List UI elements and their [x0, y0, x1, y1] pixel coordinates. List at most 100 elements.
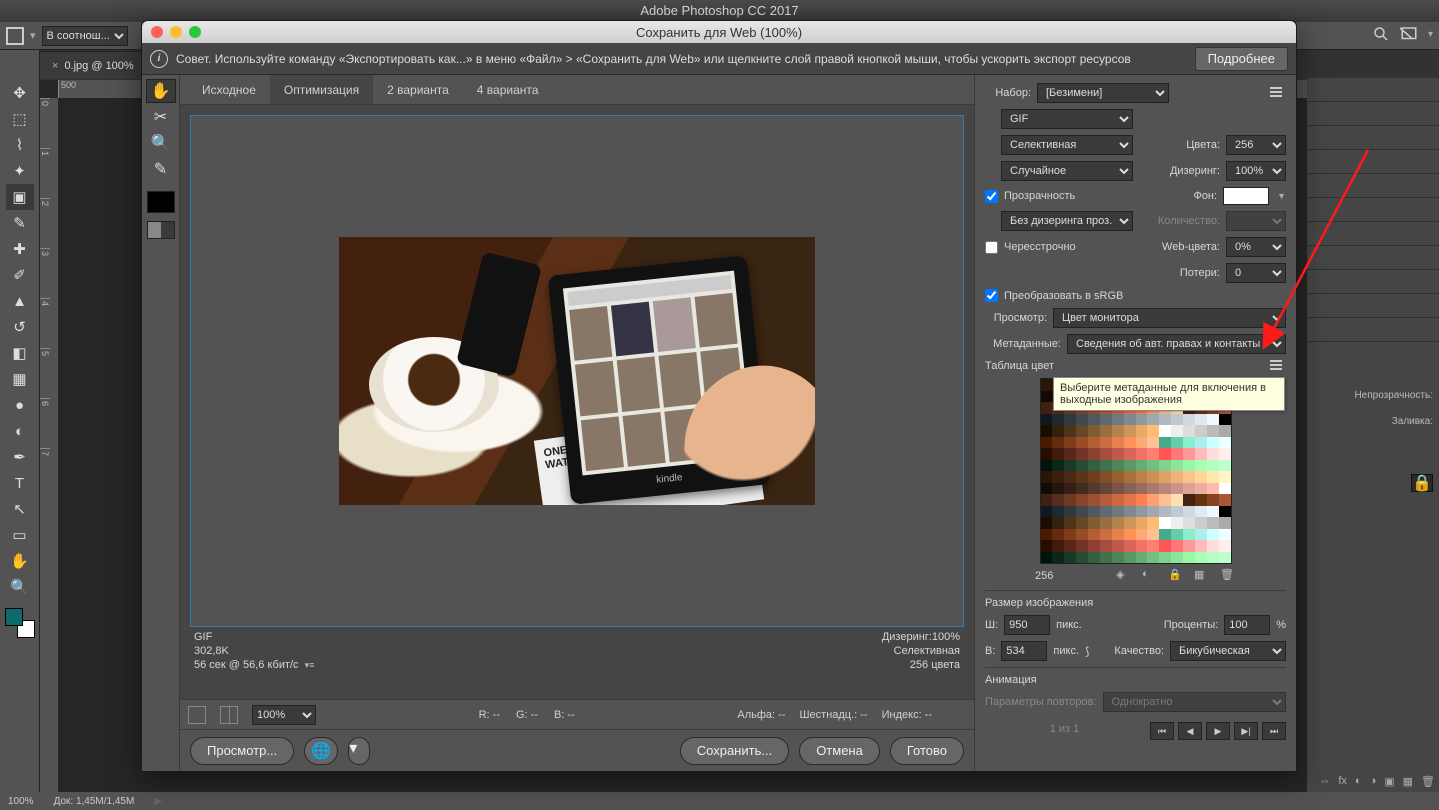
- trans-dither-select[interactable]: Без дизеринга проз...: [1001, 211, 1133, 231]
- slice-tool-icon[interactable]: ✂: [146, 105, 176, 129]
- close-icon[interactable]: ×: [52, 60, 58, 72]
- tab-optimized[interactable]: Оптимизация: [270, 75, 373, 104]
- save-button[interactable]: Сохранить...: [680, 737, 789, 765]
- zoom-select[interactable]: 100%: [252, 705, 316, 725]
- panel-menu-icon[interactable]: [1270, 87, 1286, 99]
- dialog-title: Сохранить для Web (100%): [142, 25, 1296, 40]
- cancel-button[interactable]: Отмена: [799, 737, 880, 765]
- height-field[interactable]: [1001, 641, 1047, 661]
- eyedropper-tool[interactable]: ✎: [6, 210, 34, 236]
- blur-tool[interactable]: ●: [6, 392, 34, 418]
- window-close-icon[interactable]: [151, 26, 163, 38]
- lock-icon[interactable]: 🔒: [1411, 474, 1433, 492]
- tile-single-icon[interactable]: [188, 706, 206, 724]
- metadata-select[interactable]: Сведения об авт. правах и контакты: [1067, 334, 1286, 354]
- zoom-tool-icon[interactable]: 🔍: [146, 131, 176, 155]
- color-swatches[interactable]: [5, 608, 35, 638]
- tab-4up[interactable]: 4 варианта: [463, 75, 553, 104]
- websnap-label: Web-цвета:: [1162, 241, 1220, 253]
- preview-button[interactable]: Просмотр...: [190, 737, 294, 765]
- hand-tool[interactable]: ✋: [6, 548, 34, 574]
- folder-icon[interactable]: ▣: [1384, 775, 1394, 788]
- readout-b: B: --: [554, 709, 575, 721]
- heal-tool[interactable]: ✚: [6, 236, 34, 262]
- browser-preview-icon[interactable]: 🌐: [304, 737, 338, 765]
- crop-tool[interactable]: ▣: [6, 184, 34, 210]
- srgb-checkbox[interactable]: [985, 289, 998, 302]
- anim-play-icon[interactable]: ▶: [1206, 722, 1230, 740]
- right-panels: Непрозрачность: Заливка: 🔒 ⇔ fx ◐ ◑ ▣ ▦ …: [1307, 78, 1439, 792]
- info-palette: Селективная: [882, 645, 960, 657]
- tile-split-icon[interactable]: [220, 706, 238, 724]
- interlaced-checkbox[interactable]: [985, 241, 998, 254]
- anim-prev-icon[interactable]: ◀: [1178, 722, 1202, 740]
- path-tool[interactable]: ↖: [6, 496, 34, 522]
- workspace-icon[interactable]: [1400, 25, 1418, 43]
- dodge-tool[interactable]: ◐: [6, 418, 34, 444]
- trash-icon[interactable]: 🗑: [1421, 775, 1435, 788]
- fx-icon[interactable]: fx: [1338, 775, 1347, 788]
- px-label: пикс.: [1056, 619, 1082, 631]
- slice-visibility-toggle[interactable]: [147, 221, 175, 239]
- anim-last-icon[interactable]: ⏭: [1262, 722, 1286, 740]
- eyedropper-swatch[interactable]: [147, 191, 175, 213]
- type-tool[interactable]: T: [6, 470, 34, 496]
- brush-tool[interactable]: ✐: [6, 262, 34, 288]
- ct-shift-icon[interactable]: ◐: [1142, 568, 1158, 584]
- stamp-tool[interactable]: ▲: [6, 288, 34, 314]
- dither-label: Дизеринг:: [1170, 165, 1220, 177]
- ct-trash-icon[interactable]: 🗑: [1220, 568, 1236, 584]
- percent-field[interactable]: [1224, 615, 1270, 635]
- marquee-tool[interactable]: ⬚: [6, 106, 34, 132]
- learn-more-button[interactable]: Подробнее: [1195, 47, 1288, 71]
- transparency-checkbox[interactable]: [985, 190, 998, 203]
- link-icon[interactable]: ⇔: [1319, 775, 1330, 788]
- gradient-tool[interactable]: ▦: [6, 366, 34, 392]
- preview-frame[interactable]: ONES TWATCH: [190, 115, 964, 627]
- anim-next-icon[interactable]: ▶|: [1234, 722, 1258, 740]
- zoom-tool[interactable]: 🔍: [6, 574, 34, 600]
- search-icon[interactable]: [1372, 25, 1390, 43]
- colortable-menu-icon[interactable]: [1270, 360, 1286, 372]
- dither-select[interactable]: 100%: [1226, 161, 1286, 181]
- document-tab[interactable]: × 0.jpg @ 100%: [40, 51, 146, 79]
- move-tool[interactable]: ✥: [6, 80, 34, 106]
- done-button[interactable]: Готово: [890, 737, 964, 765]
- shape-tool[interactable]: ▭: [6, 522, 34, 548]
- lossy-select[interactable]: 0: [1226, 263, 1286, 283]
- quality-select[interactable]: Бикубическая: [1170, 641, 1286, 661]
- ratio-select[interactable]: В соотнош...: [42, 26, 128, 46]
- preset-select[interactable]: [Безимени]: [1037, 83, 1169, 103]
- toolbox: ✥ ⬚ ⌇ ✦ ▣ ✎ ✚ ✐ ▲ ↺ ◧ ▦ ● ◐ ✒ T ↖ ▭ ✋ 🔍: [0, 50, 40, 792]
- pen-tool[interactable]: ✒: [6, 444, 34, 470]
- new-icon[interactable]: ▦: [1403, 775, 1413, 788]
- websnap-select[interactable]: 0%: [1226, 237, 1286, 257]
- history-brush-tool[interactable]: ↺: [6, 314, 34, 340]
- imagesize-label: Размер изображения: [985, 597, 1093, 609]
- wand-tool[interactable]: ✦: [6, 158, 34, 184]
- anim-first-icon[interactable]: ⏮: [1150, 722, 1174, 740]
- eyedropper-tool-icon[interactable]: ✎: [146, 157, 176, 181]
- tab-2up[interactable]: 2 варианта: [373, 75, 463, 104]
- browser-menu-icon[interactable]: ▾: [348, 737, 370, 765]
- lasso-tool[interactable]: ⌇: [6, 132, 34, 158]
- matte-swatch[interactable]: [1223, 187, 1269, 205]
- speed-menu-icon[interactable]: ▾≡: [305, 660, 315, 671]
- adjust-icon[interactable]: ◑: [1370, 775, 1377, 788]
- mask-icon[interactable]: ◐: [1355, 775, 1362, 788]
- window-minimize-icon[interactable]: [170, 26, 182, 38]
- ct-new-icon[interactable]: ▦: [1194, 568, 1210, 584]
- ct-lock-icon[interactable]: 🔒: [1168, 568, 1184, 584]
- dialog-titlebar[interactable]: Сохранить для Web (100%): [142, 21, 1296, 43]
- tab-original[interactable]: Исходное: [188, 75, 270, 104]
- ct-map-icon[interactable]: ◈: [1116, 568, 1132, 584]
- previewmode-select[interactable]: Цвет монитора: [1053, 308, 1286, 328]
- width-field[interactable]: [1004, 615, 1050, 635]
- colors-select[interactable]: 256: [1226, 135, 1286, 155]
- reduction-select[interactable]: Селективная: [1001, 135, 1133, 155]
- window-zoom-icon[interactable]: [189, 26, 201, 38]
- eraser-tool[interactable]: ◧: [6, 340, 34, 366]
- dither-alg-select[interactable]: Случайное: [1001, 161, 1133, 181]
- format-select[interactable]: GIF: [1001, 109, 1133, 129]
- hand-tool-icon[interactable]: ✋: [146, 79, 176, 103]
